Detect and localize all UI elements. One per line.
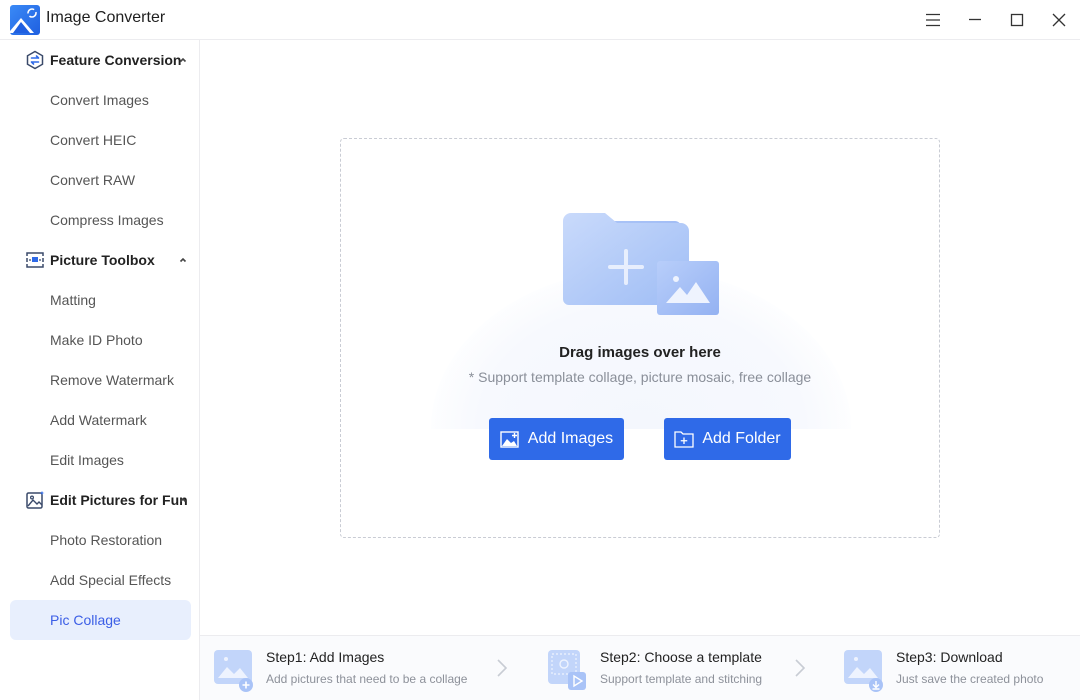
add-folder-illustration-icon	[563, 213, 719, 315]
step-2: Step2: Choose a template Support templat…	[548, 636, 808, 700]
chevron-right-icon	[795, 659, 806, 677]
title-bar: Image Converter	[0, 0, 1080, 40]
toolbox-icon	[26, 252, 44, 268]
chevron-up-icon	[179, 497, 187, 503]
step-title: Step2: Choose a template	[600, 649, 762, 665]
add-image-step-icon	[214, 650, 253, 692]
sidebar-item-add-special-effects[interactable]: Add Special Effects	[10, 560, 191, 600]
step-title: Step1: Add Images	[266, 649, 385, 665]
sidebar-item-matting[interactable]: Matting	[10, 280, 191, 320]
add-folder-button[interactable]: Add Folder	[664, 418, 791, 460]
sidebar-item-remove-watermark[interactable]: Remove Watermark	[10, 360, 191, 400]
minimize-icon	[969, 18, 981, 21]
group-label: Picture Toolbox	[50, 252, 155, 268]
group-label: Feature Conversion	[50, 52, 182, 68]
step-desc: Just save the created photo	[896, 672, 1044, 686]
add-folder-label: Add Folder	[702, 430, 781, 447]
nav-label: Pic Collage	[50, 612, 121, 628]
sidebar-item-make-id-photo[interactable]: Make ID Photo	[10, 320, 191, 360]
close-icon	[1052, 13, 1066, 27]
close-button[interactable]	[1045, 6, 1073, 34]
chevron-right-icon	[497, 659, 508, 677]
nav-label: Make ID Photo	[50, 332, 143, 348]
step-desc: Support template and stitching	[600, 672, 763, 686]
add-images-label: Add Images	[527, 430, 614, 447]
sidebar-group-feature-conversion[interactable]: Feature Conversion	[0, 40, 200, 80]
nav-label: Compress Images	[50, 212, 164, 228]
app-title: Image Converter	[46, 9, 166, 26]
sidebar-item-edit-images[interactable]: Edit Images	[10, 440, 191, 480]
sidebar-item-add-watermark[interactable]: Add Watermark	[10, 400, 191, 440]
drop-zone[interactable]: Drag images over here * Support template…	[340, 138, 940, 538]
sidebar-item-convert-raw[interactable]: Convert RAW	[10, 160, 191, 200]
maximize-button[interactable]	[1003, 6, 1031, 34]
template-step-icon	[548, 650, 586, 690]
drop-title: Drag images over here	[559, 344, 721, 361]
nav-label: Photo Restoration	[50, 532, 163, 548]
add-images-button[interactable]: Add Images	[489, 418, 624, 460]
step-1: Step1: Add Images Add pictures that need…	[214, 636, 494, 700]
sidebar-group-edit-pictures-for-fun[interactable]: Edit Pictures for Fun	[0, 480, 200, 520]
main-content: Drag images over here * Support template…	[200, 40, 1080, 635]
sidebar-item-photo-restoration[interactable]: Photo Restoration	[10, 520, 191, 560]
menu-icon	[926, 13, 940, 27]
nav-label: Remove Watermark	[50, 372, 174, 388]
sidebar-item-compress-images[interactable]: Compress Images	[10, 200, 191, 240]
convert-arrows-icon	[26, 50, 44, 70]
step-desc: Add pictures that need to be a collage	[266, 672, 468, 686]
nav-label: Convert HEIC	[50, 132, 137, 148]
menu-button[interactable]	[919, 6, 947, 34]
sidebar-group-picture-toolbox[interactable]: Picture Toolbox	[0, 240, 200, 280]
app-logo-icon	[10, 5, 40, 35]
nav-label: Add Watermark	[50, 412, 147, 428]
nav-label: Edit Images	[50, 452, 124, 468]
download-step-icon	[844, 650, 883, 692]
steps-bar: Step1: Add Images Add pictures that need…	[200, 635, 1080, 700]
sidebar: Feature Conversion Convert Images Conver…	[0, 40, 200, 700]
step-title: Step3: Download	[896, 649, 1003, 665]
add-folder-icon	[674, 431, 695, 448]
nav-label: Convert Images	[50, 92, 149, 108]
drop-subtitle: * Support template collage, picture mosa…	[468, 369, 812, 385]
minimize-button[interactable]	[961, 6, 989, 34]
chevron-up-icon	[179, 57, 187, 63]
nav-label: Convert RAW	[50, 172, 136, 188]
sidebar-item-pic-collage[interactable]: Pic Collage	[10, 600, 191, 640]
sidebar-item-convert-heic[interactable]: Convert HEIC	[10, 120, 191, 160]
nav-label: Add Special Effects	[50, 572, 172, 588]
group-label: Edit Pictures for Fun	[50, 492, 188, 508]
fun-picture-icon	[26, 491, 45, 509]
nav-label: Matting	[50, 292, 96, 308]
chevron-up-icon	[179, 257, 187, 263]
add-image-icon	[500, 431, 519, 448]
sidebar-item-convert-images[interactable]: Convert Images	[10, 80, 191, 120]
maximize-icon	[1010, 13, 1024, 27]
step-3: Step3: Download Just save the created ph…	[844, 636, 1074, 700]
